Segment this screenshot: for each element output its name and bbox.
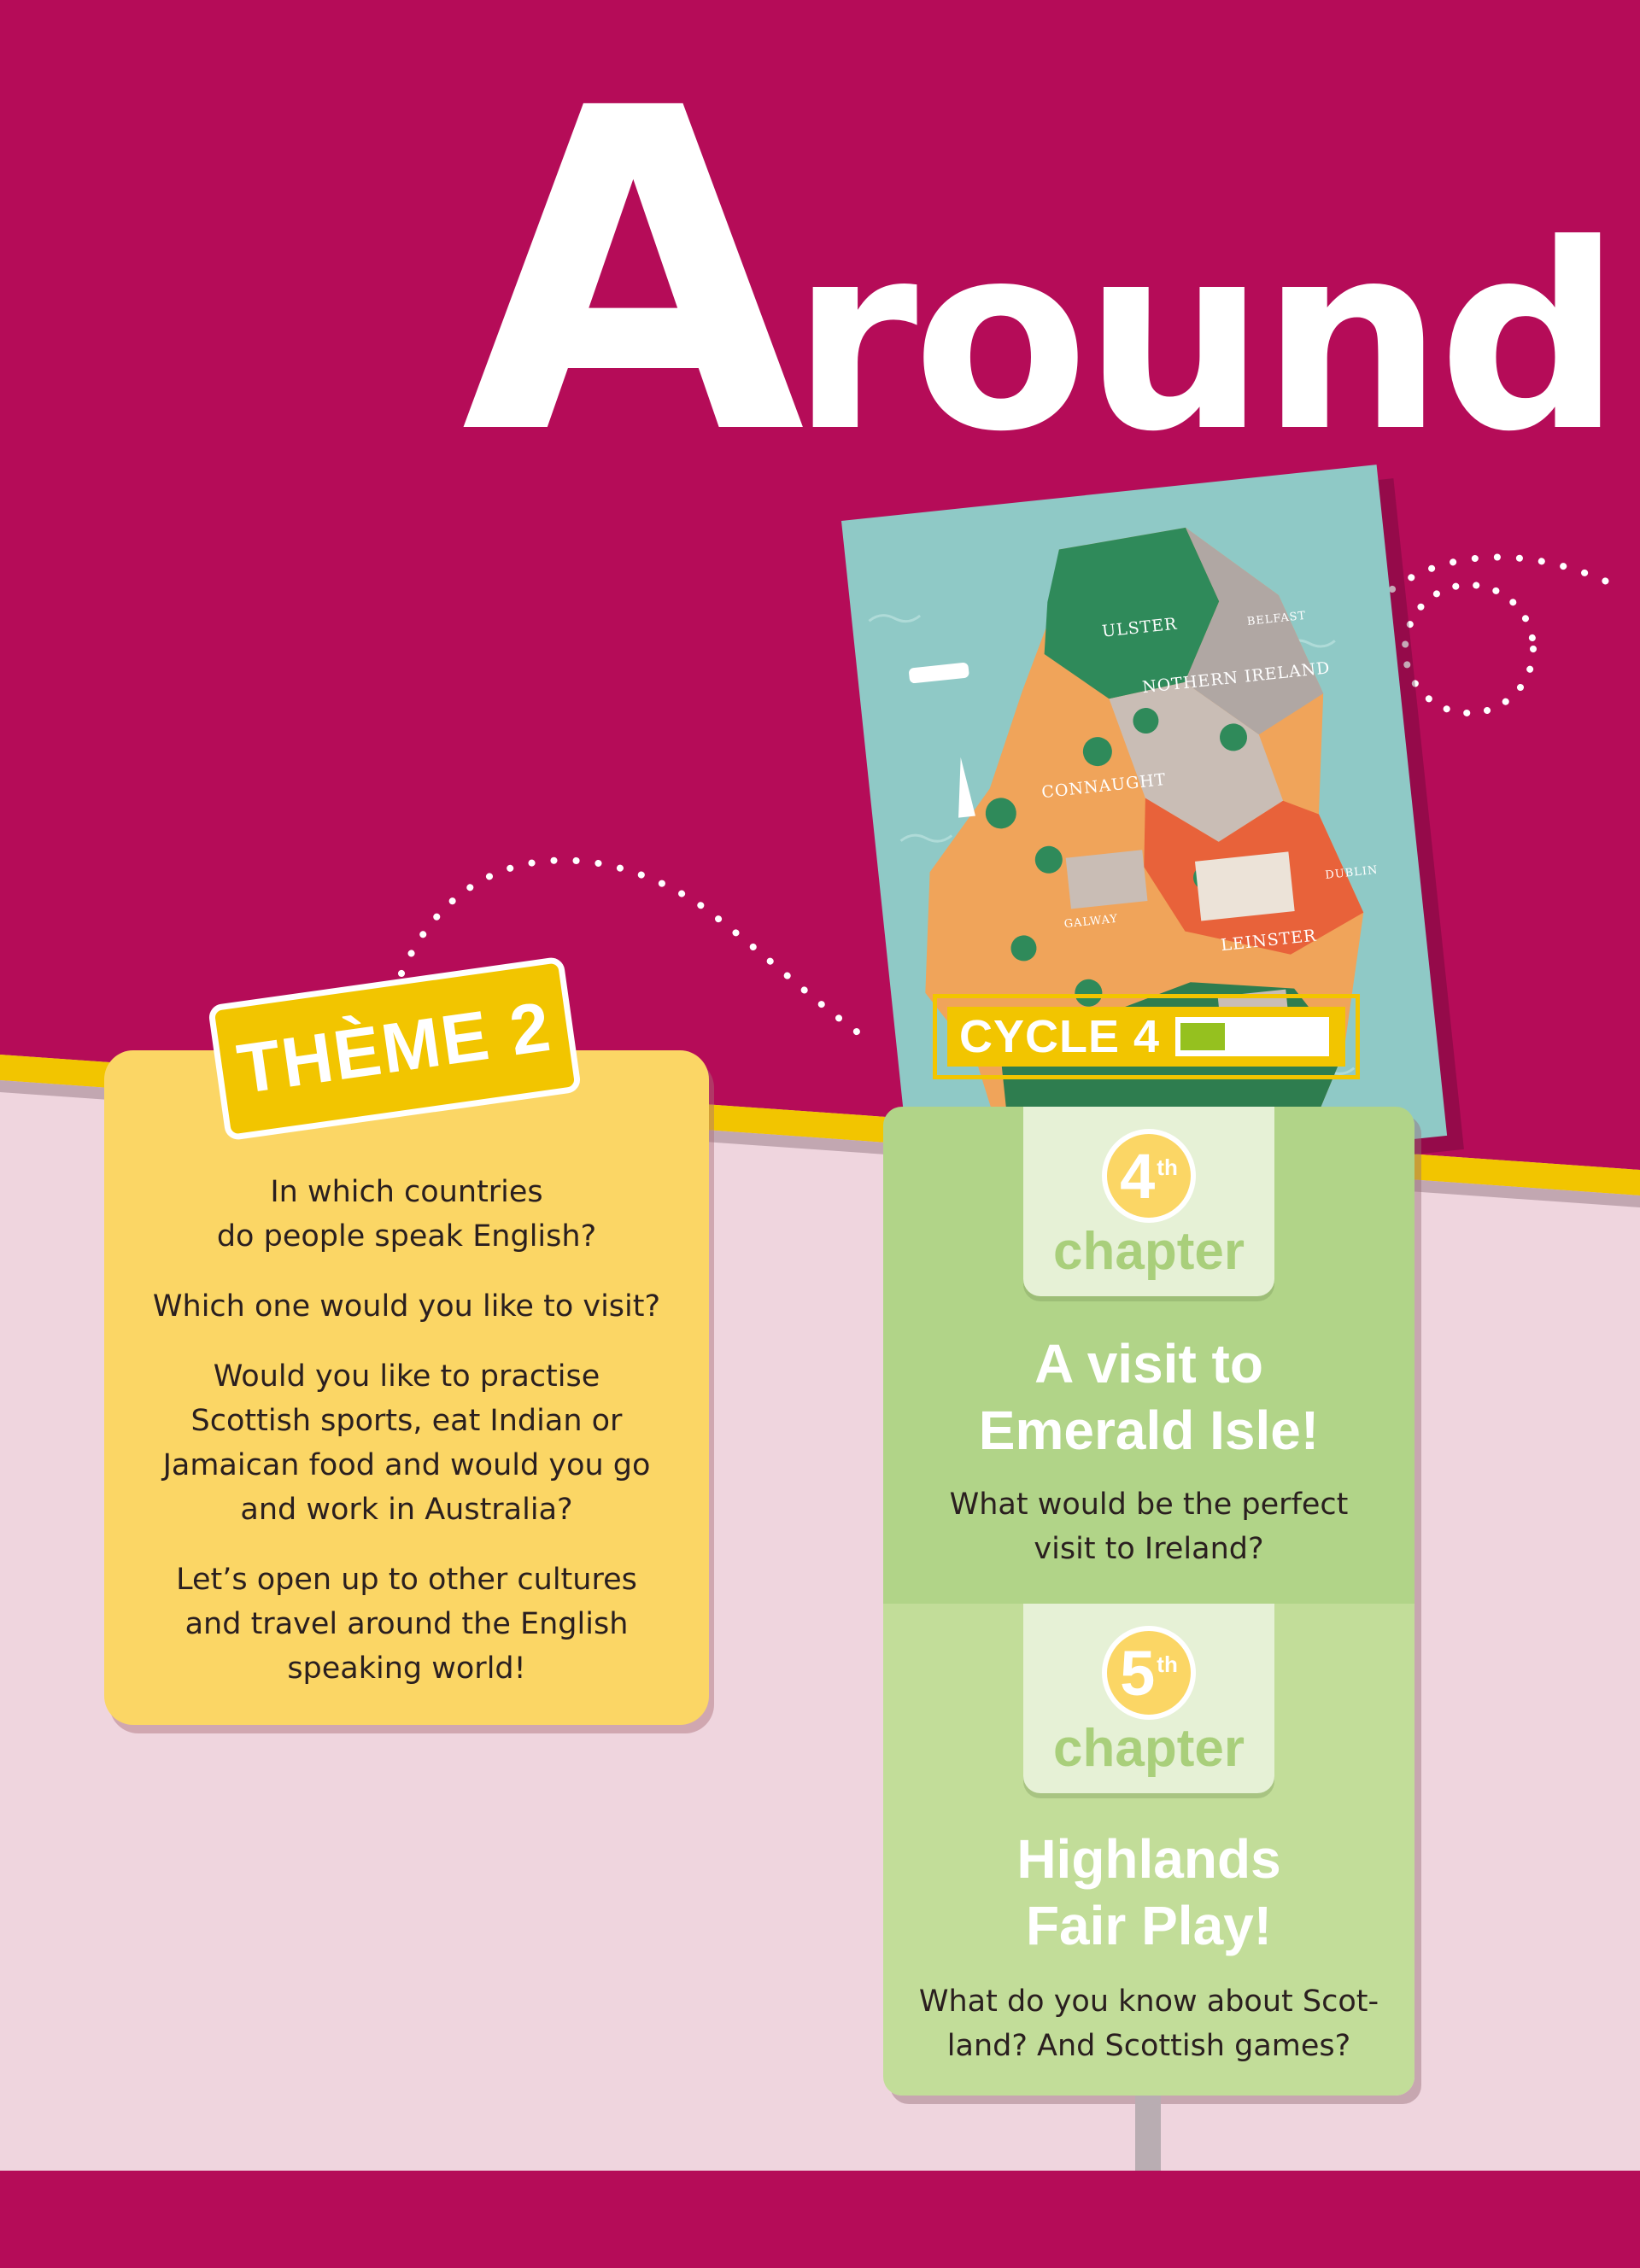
theme-intro-text: In which countries do people speak Engli… [128,1170,685,1716]
chapter-4-number: 4 [1120,1140,1156,1212]
cycle-progress-fill [1180,1023,1226,1050]
signpost-pole [1135,2096,1161,2171]
chapter-5-question: What do you know about Scot- land? And S… [918,1984,1379,2063]
chapter-5-tab: 5 th chapter [1023,1604,1274,1793]
chapters-panel: 4 th chapter A visit to Emerald Isle! Wh… [883,1107,1414,2096]
chapter-4-question: What would be the perfect visit to Irela… [949,1488,1349,1566]
ireland-map-illustration: ULSTER BELFAST NOTHERN IRELAND CONNAUGHT… [841,465,1448,1192]
chapter-4-suffix: th [1157,1154,1178,1180]
cycle-badge: CYCLE 4 [933,994,1360,1079]
chapter-4-tab: 4 th chapter [1023,1107,1274,1296]
map-artwork [868,527,1364,1182]
theme-paragraph: Which one would you like to visit? [152,1289,661,1324]
cycle-badge-fill: CYCLE 4 [947,1007,1345,1067]
chapter-5-number: 5 [1120,1637,1156,1709]
chapter-5-title: Highlands Fair Play! [1016,1828,1281,1956]
chapter-4-section: 4 th chapter A visit to Emerald Isle! Wh… [883,1107,1414,1604]
cycle-label: CYCLE 4 [959,1011,1161,1062]
chapter-5-number-badge: 5 th [1102,1626,1196,1720]
theme-paragraph: Let’s open up to other cultures and trav… [176,1563,637,1686]
chapter-4-number-badge: 4 th [1102,1129,1196,1223]
theme-paragraph: Would you like to practise Scottish spor… [162,1359,651,1527]
theme-paragraph: In which countries do people speak Engli… [216,1175,597,1254]
footer-bar [0,2171,1640,2268]
chapter-5-suffix: th [1157,1651,1178,1677]
chapter-4-title: A visit to Emerald Isle! [978,1333,1320,1461]
chapter-5-section: 5 th chapter Highlands Fair Play! What d… [883,1604,1414,2096]
chapter-5-word: chapter [1053,1719,1245,1778]
chapter-4-word: chapter [1053,1222,1245,1281]
theme-badge-label: THÈME 2 [232,987,557,1109]
cycle-progress-bar [1175,1017,1330,1056]
